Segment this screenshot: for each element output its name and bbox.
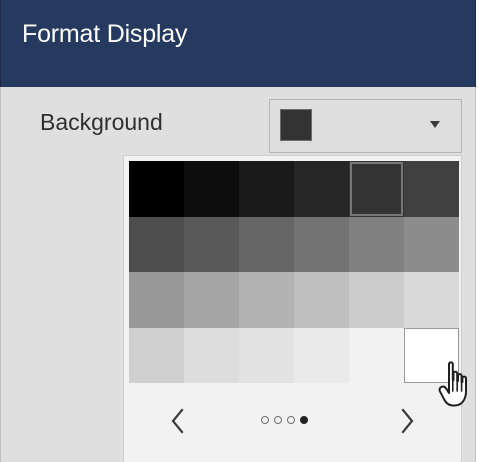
color-swatch[interactable] bbox=[129, 327, 184, 383]
page-dot[interactable] bbox=[274, 416, 282, 424]
next-palette-button[interactable] bbox=[392, 405, 424, 437]
color-swatch[interactable] bbox=[404, 161, 459, 217]
color-swatch[interactable] bbox=[129, 161, 184, 217]
color-swatch[interactable] bbox=[129, 272, 184, 328]
color-swatch[interactable] bbox=[404, 327, 459, 383]
color-swatch[interactable] bbox=[294, 327, 349, 383]
selected-color-swatch bbox=[280, 109, 312, 141]
active-page-dot[interactable] bbox=[300, 416, 308, 424]
background-color-dropdown[interactable] bbox=[269, 99, 462, 153]
chevron-down-icon[interactable] bbox=[430, 121, 440, 128]
chevron-left-icon bbox=[171, 408, 184, 434]
previous-palette-button[interactable] bbox=[161, 405, 193, 437]
dialog-title: Format Display bbox=[22, 20, 188, 48]
color-swatch[interactable] bbox=[239, 272, 294, 328]
format-display-dialog: Format Display Background bbox=[0, 0, 479, 462]
color-swatch[interactable] bbox=[349, 216, 404, 272]
color-swatch[interactable] bbox=[349, 327, 404, 383]
chevron-right-icon bbox=[401, 408, 414, 434]
color-swatch[interactable] bbox=[129, 216, 184, 272]
color-swatch[interactable] bbox=[294, 272, 349, 328]
color-swatch[interactable] bbox=[184, 327, 239, 383]
color-swatch[interactable] bbox=[294, 161, 349, 217]
palette-page-indicator bbox=[261, 415, 327, 425]
palette-navigation bbox=[124, 387, 461, 462]
color-swatch[interactable] bbox=[184, 161, 239, 217]
color-swatch[interactable] bbox=[349, 161, 404, 217]
color-swatch[interactable] bbox=[184, 216, 239, 272]
color-palette-grid bbox=[129, 161, 459, 383]
page-dot[interactable] bbox=[261, 416, 269, 424]
color-swatch[interactable] bbox=[239, 161, 294, 217]
color-swatch[interactable] bbox=[294, 216, 349, 272]
dialog-header: Format Display bbox=[0, 0, 476, 87]
background-label: Background bbox=[40, 109, 163, 135]
page-dot[interactable] bbox=[287, 416, 295, 424]
color-swatch[interactable] bbox=[239, 327, 294, 383]
color-swatch[interactable] bbox=[349, 272, 404, 328]
color-swatch[interactable] bbox=[184, 272, 239, 328]
color-palette-popup bbox=[123, 155, 462, 462]
color-swatch[interactable] bbox=[404, 216, 459, 272]
color-swatch[interactable] bbox=[239, 216, 294, 272]
format-display-panel: Background bbox=[0, 87, 476, 462]
color-swatch[interactable] bbox=[404, 272, 459, 328]
